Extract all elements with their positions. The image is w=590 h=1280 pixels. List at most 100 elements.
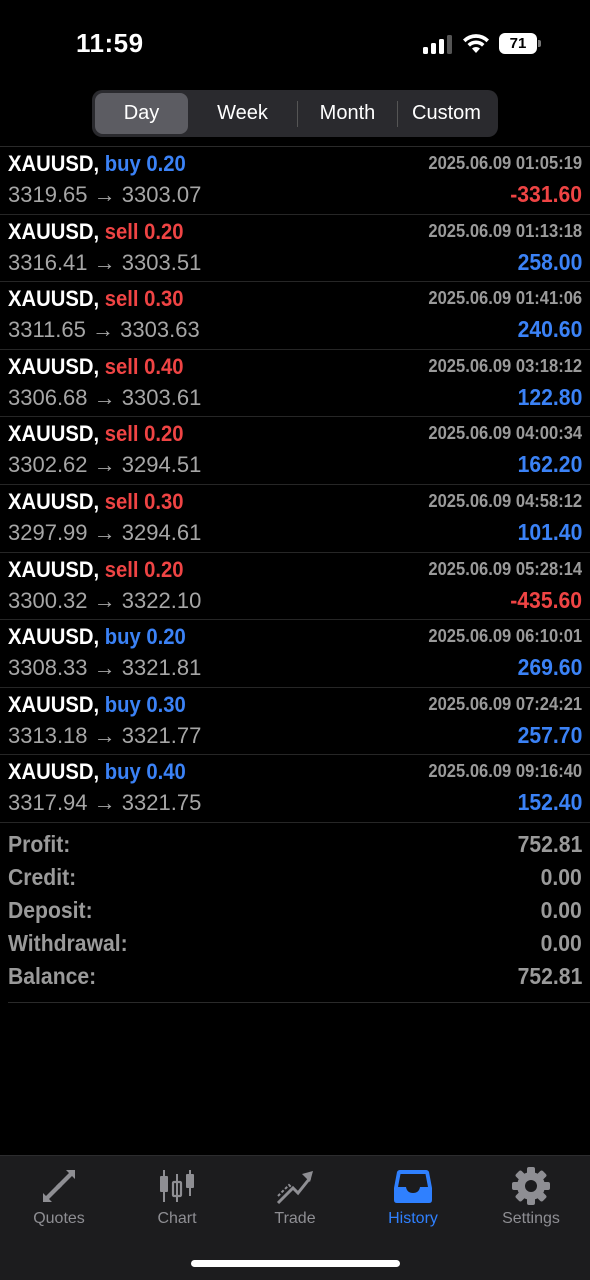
close-price: 3321.75 bbox=[121, 790, 202, 816]
trade-row[interactable]: XAUUSD, sell 0.40 2025.06.09 03:18:12 33… bbox=[0, 350, 590, 418]
summary-withdrawal: Withdrawal: 0.00 bbox=[0, 930, 590, 963]
trade-profit: 240.60 bbox=[517, 316, 582, 343]
arrow-right-icon: → bbox=[93, 384, 116, 410]
summary-label: Withdrawal: bbox=[8, 930, 128, 956]
trade-profit: -435.60 bbox=[510, 586, 582, 613]
trade-profit: 269.60 bbox=[517, 654, 582, 681]
summary-profit: Profit: 752.81 bbox=[0, 831, 590, 864]
trade-row[interactable]: XAUUSD, sell 0.30 2025.06.09 01:41:06 33… bbox=[0, 282, 590, 350]
open-price: 3300.32 bbox=[8, 587, 88, 613]
trade-symbol: XAUUSD, bbox=[8, 151, 100, 176]
tab-week[interactable]: Week bbox=[188, 93, 297, 134]
trade-profit: 152.40 bbox=[517, 789, 582, 816]
arrow-right-icon: → bbox=[93, 722, 116, 748]
trade-symbol: XAUUSD, bbox=[8, 218, 100, 244]
trade-side-volume: sell 0.40 bbox=[104, 353, 184, 379]
cellular-signal-icon bbox=[423, 34, 453, 54]
trade-time: 2025.06.09 01:41:06 bbox=[428, 288, 582, 309]
trade-profit: 257.70 bbox=[517, 721, 582, 748]
arrow-right-icon: → bbox=[93, 655, 116, 681]
trade-symbol: XAUUSD, bbox=[8, 488, 100, 514]
gear-icon bbox=[512, 1167, 550, 1205]
tab-chart[interactable]: Chart bbox=[118, 1156, 236, 1246]
open-price: 3308.33 bbox=[8, 655, 88, 681]
status-time: 11:59 bbox=[76, 28, 144, 58]
trade-row[interactable]: XAUUSD, buy 0.40 2025.06.09 09:16:40 331… bbox=[0, 755, 590, 823]
close-price: 3294.61 bbox=[121, 519, 202, 545]
arrow-right-icon: → bbox=[93, 587, 116, 613]
trade-symbol: XAUUSD, bbox=[8, 556, 100, 582]
trade-time: 2025.06.09 03:18:12 bbox=[428, 355, 582, 376]
trade-time: 2025.06.09 06:10:01 bbox=[428, 626, 582, 647]
trade-side-volume: buy 0.30 bbox=[104, 691, 186, 717]
battery-icon: 71 bbox=[499, 33, 541, 54]
tab-custom[interactable]: Custom bbox=[398, 93, 495, 134]
home-indicator[interactable] bbox=[191, 1260, 400, 1267]
trade-row[interactable]: XAUUSD, sell 0.20 2025.06.09 04:00:34 33… bbox=[0, 417, 590, 485]
trade-row[interactable]: XAUUSD, sell 0.20 2025.06.09 01:13:18 33… bbox=[0, 215, 590, 283]
summary-value: 752.81 bbox=[517, 831, 582, 857]
battery-level: 71 bbox=[499, 33, 537, 54]
open-price: 3319.65 bbox=[8, 182, 88, 207]
trade-profit: 101.40 bbox=[517, 518, 582, 545]
tab-month[interactable]: Month bbox=[298, 93, 397, 134]
trade-time: 2025.06.09 05:28:14 bbox=[428, 558, 582, 579]
inbox-tray-icon bbox=[394, 1170, 432, 1203]
trade-trend-icon bbox=[276, 1171, 313, 1205]
open-price: 3313.18 bbox=[8, 722, 88, 748]
trade-symbol: XAUUSD, bbox=[8, 759, 100, 785]
tab-quotes[interactable]: Quotes bbox=[0, 1156, 118, 1246]
close-price: 3303.63 bbox=[120, 317, 200, 343]
trade-time: 2025.06.09 09:16:40 bbox=[428, 761, 582, 782]
arrow-right-icon: → bbox=[93, 519, 116, 545]
trade-time: 2025.06.09 01:05:19 bbox=[428, 153, 582, 173]
trade-symbol: XAUUSD, bbox=[8, 624, 100, 650]
close-price: 3294.51 bbox=[121, 452, 202, 478]
trade-row[interactable]: XAUUSD, sell 0.30 2025.06.09 04:58:12 32… bbox=[0, 485, 590, 553]
summary-label: Credit: bbox=[8, 864, 77, 890]
trade-profit: 122.80 bbox=[517, 383, 582, 410]
trade-side-volume: sell 0.30 bbox=[104, 286, 184, 312]
summary-label: Balance: bbox=[8, 963, 97, 989]
summary-divider bbox=[8, 1002, 590, 1003]
trade-profit: -331.60 bbox=[510, 181, 582, 207]
summary-value: 0.00 bbox=[540, 864, 582, 890]
tab-label: Quotes bbox=[33, 1210, 85, 1227]
tab-history[interactable]: History bbox=[354, 1156, 472, 1246]
tab-settings[interactable]: Settings bbox=[472, 1156, 590, 1246]
trade-symbol: XAUUSD, bbox=[8, 421, 100, 447]
open-price: 3311.65 bbox=[8, 317, 86, 343]
trade-side-volume: buy 0.20 bbox=[104, 151, 186, 176]
wifi-icon bbox=[463, 34, 489, 53]
summary-balance: Balance: 752.81 bbox=[0, 963, 590, 996]
trade-side-volume: buy 0.40 bbox=[104, 759, 186, 785]
trade-side-volume: sell 0.20 bbox=[104, 218, 184, 244]
tab-label: Chart bbox=[157, 1210, 197, 1227]
tab-trade[interactable]: Trade bbox=[236, 1156, 354, 1246]
summary-label: Deposit: bbox=[8, 897, 93, 923]
trade-side-volume: buy 0.20 bbox=[104, 624, 186, 650]
trade-time: 2025.06.09 07:24:21 bbox=[428, 693, 582, 714]
arrow-right-icon: → bbox=[93, 790, 116, 816]
trade-row[interactable]: XAUUSD, buy 0.30 2025.06.09 07:24:21 331… bbox=[0, 688, 590, 756]
trade-side-volume: sell 0.20 bbox=[104, 421, 184, 447]
quotes-arrows-icon bbox=[43, 1170, 75, 1202]
close-price: 3321.81 bbox=[121, 655, 202, 681]
summary-deposit: Deposit: 0.00 bbox=[0, 897, 590, 930]
summary-credit: Credit: 0.00 bbox=[0, 864, 590, 897]
trade-history-list: XAUUSD, buy 0.20 2025.06.09 01:05:19 331… bbox=[0, 147, 590, 823]
trade-time: 2025.06.09 04:58:12 bbox=[428, 490, 582, 511]
trade-row[interactable]: XAUUSD, buy 0.20 2025.06.09 06:10:01 330… bbox=[0, 620, 590, 688]
trade-row[interactable]: XAUUSD, buy 0.20 2025.06.09 01:05:19 331… bbox=[0, 147, 590, 215]
arrow-right-icon: → bbox=[92, 317, 115, 343]
trade-profit: 258.00 bbox=[517, 248, 582, 275]
close-price: 3303.51 bbox=[121, 249, 202, 275]
trade-row[interactable]: XAUUSD, sell 0.20 2025.06.09 05:28:14 33… bbox=[0, 553, 590, 621]
open-price: 3317.94 bbox=[8, 790, 88, 816]
trade-time: 2025.06.09 01:13:18 bbox=[428, 220, 582, 241]
trade-time: 2025.06.09 04:00:34 bbox=[428, 423, 582, 444]
open-price: 3306.68 bbox=[8, 384, 88, 410]
tab-day[interactable]: Day bbox=[95, 93, 189, 134]
trade-profit: 162.20 bbox=[517, 451, 582, 478]
open-price: 3302.62 bbox=[8, 452, 88, 478]
